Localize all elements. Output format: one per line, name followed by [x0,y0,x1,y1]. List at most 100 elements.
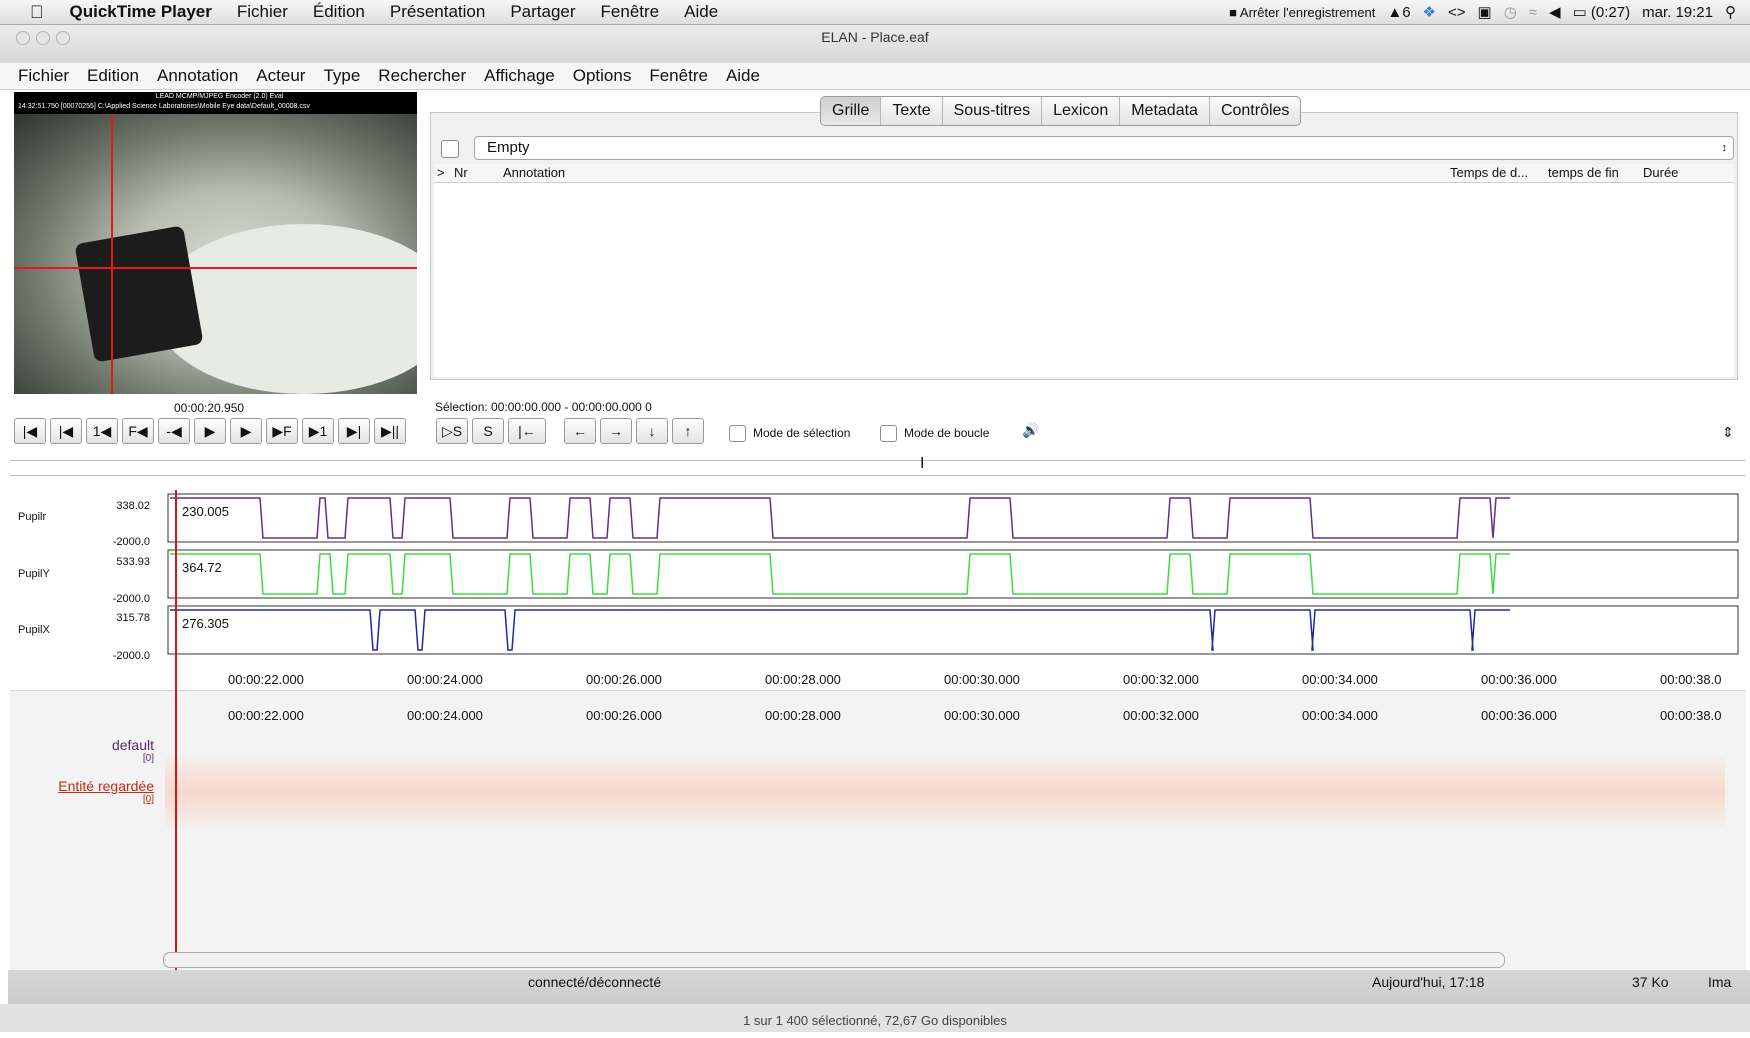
loop-mode-label: Mode de boucle [904,426,990,440]
mac-menu-fenetre[interactable]: Fenêtre [601,2,660,22]
selection-boundary-button[interactable]: |← [508,418,546,444]
up-arrow-button[interactable]: ↑ [672,418,704,444]
left-arrow-button[interactable]: ← [564,418,596,444]
tab-lexicon[interactable]: Lexicon [1042,97,1121,125]
adobe-icon[interactable]: ▲6 [1387,4,1410,21]
tier-select[interactable]: Empty ↕ [474,136,1734,160]
zoom-window-icon[interactable] [56,31,70,45]
track-signal-pupilx [170,609,1510,651]
finder-status-bar: 1 sur 1 400 sélectionné, 72,67 Go dispon… [0,1004,1750,1032]
col-end[interactable]: temps de fin [1548,165,1619,180]
tier-area[interactable] [10,690,1746,971]
menu-acteur[interactable]: Acteur [256,66,305,86]
selection-mode-label: Mode de sélection [753,426,851,440]
track-max-pupilx: 315.78 [116,612,150,624]
track-max-pupilr: 338.02 [116,500,150,512]
col-duration[interactable]: Durée [1643,165,1678,180]
view-tabs: Grille Texte Sous-titres Lexicon Metadat… [820,96,1302,126]
mac-menu-presentation[interactable]: Présentation [390,2,485,22]
go-to-end-button[interactable]: ▶|| [374,418,406,444]
play-selection-s-button[interactable]: ▷S [436,418,468,444]
select-arrows-icon: ↕ [1721,142,1728,154]
play-selection-button[interactable]: ▶ [230,418,262,444]
dropbox-icon[interactable]: ❖ [1423,3,1436,21]
video-viewer[interactable]: LEAD MCMP/MJPEG Encoder (2.0) Eval 14:32… [14,92,417,394]
previous-f-button[interactable]: F◀ [122,418,154,444]
menu-options[interactable]: Options [573,66,632,86]
menu-fenetre[interactable]: Fenêtre [649,66,708,86]
down-arrow-button[interactable]: ↓ [636,418,668,444]
next-frame-button[interactable]: ▶| [338,418,370,444]
app-menu-quicktime[interactable]: QuickTime Player [70,2,212,22]
menu-edition[interactable]: Edition [87,66,139,86]
status-area: ■ Arrêter l'enregistrement ▲6 ❖ <> ▣ ◷ ≈… [1229,0,1736,24]
mac-menu-aide[interactable]: Aide [684,2,718,22]
gaze-crosshair-horizontal [14,267,417,269]
video-bag [74,225,204,363]
mac-menu-fichier[interactable]: Fichier [237,2,288,22]
expand-icon[interactable]: > [437,165,445,180]
clock-text[interactable]: mar. 19:21 [1642,4,1713,21]
volume-icon[interactable]: ◀ [1549,3,1561,21]
tier-label-entite-regardee[interactable]: Entité regardée [0] [40,778,154,805]
spotlight-icon[interactable]: ⚲ [1725,3,1736,21]
splitter[interactable]: I [10,455,1746,476]
gaze-crosshair-vertical [111,114,113,394]
selection-mode-checkbox[interactable] [729,425,746,442]
menu-type[interactable]: Type [323,66,360,86]
go-to-begin-button[interactable]: |◀ [14,418,46,444]
menu-aide[interactable]: Aide [726,66,760,86]
right-arrow-button[interactable]: → [600,418,632,444]
track-signal-pupilr [170,497,1510,539]
stop-recording-item[interactable]: ■ Arrêter l'enregistrement [1229,5,1375,20]
menu-fichier[interactable]: Fichier [18,66,69,86]
code-icon[interactable]: <> [1448,4,1466,21]
text-cursor-icon: I [920,455,925,472]
tab-sous-titres[interactable]: Sous-titres [943,97,1043,125]
grid-table-body[interactable] [434,183,1734,377]
minimize-window-icon[interactable] [36,31,50,45]
mac-menu-partager[interactable]: Partager [510,2,575,22]
clock-icon[interactable]: ◷ [1504,3,1517,21]
display-icon[interactable]: ▣ [1478,3,1492,21]
resize-handle-icon[interactable]: ⇕ [1722,424,1734,441]
apple-icon[interactable]:  [30,2,44,23]
horizontal-scrollbar[interactable] [163,952,1505,968]
track-min-pupilr: -2000.0 [112,536,150,548]
mac-menu-edition[interactable]: Édition [313,2,365,22]
back-pixel-button[interactable]: -◀ [158,418,190,444]
tier-label-default[interactable]: default [0] [80,737,154,764]
clear-selection-button[interactable]: S [472,418,504,444]
next-f-button[interactable]: ▶F [266,418,298,444]
time-ruler-top[interactable]: 00:00:22.000 00:00:24.000 00:00:26.000 0… [160,664,1746,690]
tab-grille[interactable]: Grille [821,97,882,125]
menu-annotation[interactable]: Annotation [157,66,238,86]
wifi-icon[interactable]: ≈ [1529,4,1537,21]
col-nr[interactable]: Nr [454,165,468,180]
col-annotation[interactable]: Annotation [503,165,565,180]
step-back-second-button[interactable]: 1◀ [86,418,118,444]
timeseries-panel[interactable]: Pupilr 338.02 -2000.0 PupilY 533.93 -200… [10,490,1746,672]
previous-frame-button[interactable]: |◀ [50,418,82,444]
tab-controles[interactable]: Contrôles [1210,97,1300,125]
tab-texte[interactable]: Texte [881,97,943,125]
volume-icon[interactable]: 🔊 [1022,422,1039,439]
close-window-icon[interactable] [16,31,30,45]
menu-rechercher[interactable]: Rechercher [378,66,466,86]
elan-menu-bar: Fichier Edition Annotation Acteur Type R… [0,63,1750,90]
time-ruler-bottom[interactable]: 00:00:22.000 00:00:24.000 00:00:26.000 0… [160,694,1746,723]
tier-checkbox[interactable] [441,140,459,158]
menu-affichage[interactable]: Affichage [484,66,555,86]
finder-kind: Ima [1708,974,1732,990]
tier-entite-band [165,757,1725,827]
col-start[interactable]: Temps de d... [1450,165,1528,180]
track-name-pupilr: Pupilr [18,511,47,523]
loop-mode-checkbox[interactable] [880,425,897,442]
crosshair-line [175,490,177,970]
tab-metadata[interactable]: Metadata [1120,97,1210,125]
play-button[interactable]: ▶ [194,418,226,444]
track-value-pupilx: 276.305 [182,616,229,631]
battery-icon[interactable]: ▭ (0:27) [1573,3,1631,21]
step-forward-second-button[interactable]: ▶1 [302,418,334,444]
video-overlay-header: LEAD MCMP/MJPEG Encoder (2.0) Eval 14:32… [14,92,417,114]
